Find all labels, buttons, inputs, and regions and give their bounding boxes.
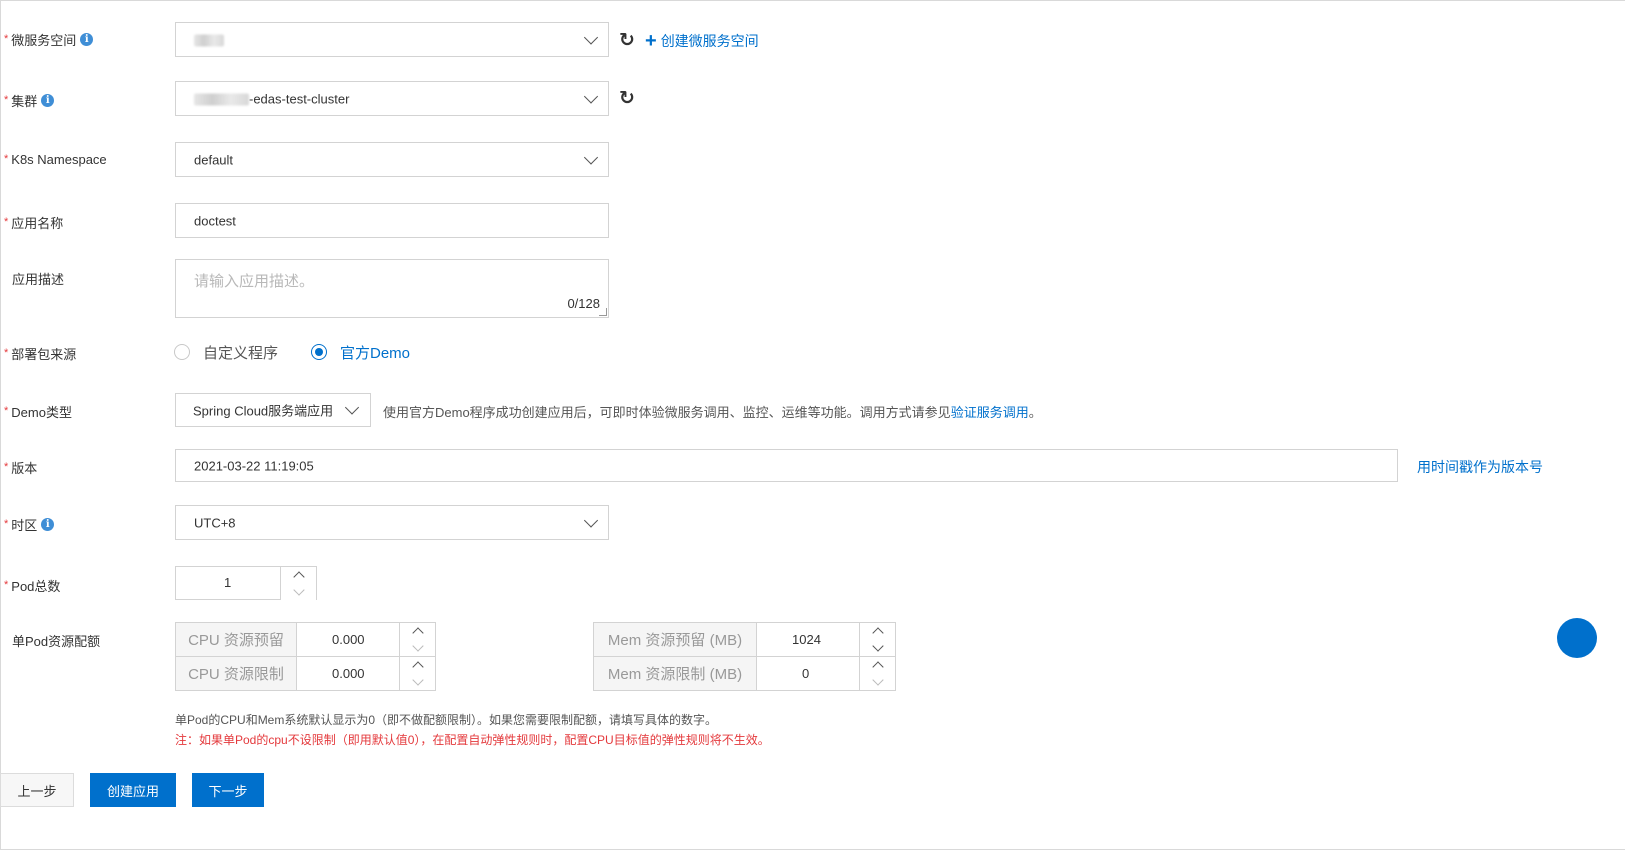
demo-type-hint: 使用官方Demo程序成功创建应用后，可即时体验微服务调用、监控、运维等功能。调用… [383, 405, 1042, 420]
chevron-up-icon [871, 627, 884, 639]
chevron-down-icon [871, 673, 884, 686]
plus-icon: + [645, 30, 657, 52]
k8s-namespace-label: * K8s Namespace [4, 152, 107, 167]
next-button[interactable]: 下一步 [192, 773, 264, 807]
chevron-down-icon [871, 639, 884, 652]
mem-reserve-input[interactable]: 1024 [756, 622, 896, 657]
decrement-button[interactable] [399, 639, 435, 656]
decrement-button[interactable] [280, 583, 316, 600]
create-namespace-link[interactable]: + 创建微服务空间 [645, 31, 759, 51]
chevron-up-icon [292, 571, 305, 583]
chevron-down-icon [344, 400, 360, 415]
prev-button[interactable]: 上一步 [0, 773, 74, 807]
chevron-down-icon [583, 512, 599, 528]
app-name-label: * 应用名称 [4, 215, 64, 232]
cluster-select[interactable]: -edas-test-cluster [175, 81, 609, 116]
namespace-label: * 微服务空间 i [4, 30, 94, 49]
redacted-value [194, 93, 249, 106]
version-input[interactable]: 2021-03-22 11:19:05 [175, 449, 1398, 482]
timezone-label: * 时区 i [4, 515, 55, 534]
char-counter: 0/128 [567, 296, 600, 311]
info-icon[interactable]: i [80, 33, 94, 46]
info-icon[interactable]: i [41, 518, 55, 531]
increment-button[interactable] [859, 657, 895, 674]
refresh-icon[interactable]: ↻ [618, 30, 636, 51]
increment-button[interactable] [399, 657, 435, 674]
demo-type-select[interactable]: Spring Cloud服务端应用 [175, 393, 371, 427]
package-source-label: * 部署包来源 [4, 346, 77, 363]
cpu-limit-label: CPU 资源限制 [175, 656, 297, 691]
app-desc-textarea[interactable]: 请输入应用描述。 0/128 [175, 259, 609, 318]
resize-handle-icon[interactable] [599, 308, 607, 316]
resource-note: 单Pod的CPU和Mem系统默认显示为0（即不做配额限制）。如果您需要限制配额，… [175, 713, 718, 727]
radio-custom-program-label[interactable]: 自定义程序 [203, 342, 278, 363]
mem-limit-input[interactable]: 0 [756, 656, 896, 691]
chevron-down-icon [583, 149, 599, 165]
decrement-button[interactable] [399, 673, 435, 690]
info-icon[interactable]: i [41, 94, 55, 107]
pod-count-label: * Pod总数 [4, 578, 61, 595]
version-label: * 版本 [4, 460, 38, 477]
chevron-down-icon [411, 639, 424, 652]
increment-button[interactable] [859, 623, 895, 640]
use-timestamp-link[interactable]: 用时间戳作为版本号 [1417, 457, 1543, 477]
radio-custom-program[interactable] [174, 344, 190, 360]
radio-official-demo[interactable] [311, 344, 327, 360]
increment-button[interactable] [399, 623, 435, 640]
timezone-select[interactable]: UTC+8 [175, 505, 609, 540]
resource-warning: 注：如果单Pod的cpu不设限制（即用默认值0），在配置自动弹性规则时，配置CP… [175, 733, 770, 747]
chevron-down-icon [583, 29, 599, 45]
refresh-icon[interactable]: ↻ [618, 88, 636, 109]
increment-button[interactable] [280, 567, 316, 584]
cpu-reserve-input[interactable]: 0.000 [296, 622, 436, 657]
chevron-up-icon [411, 661, 424, 673]
app-name-input[interactable]: doctest [175, 203, 609, 238]
cpu-limit-input[interactable]: 0.000 [296, 656, 436, 691]
verify-service-call-link[interactable]: 验证服务调用 [951, 405, 1029, 420]
radio-official-demo-label[interactable]: 官方Demo [340, 342, 410, 363]
demo-type-label: * Demo类型 [4, 404, 72, 421]
chevron-down-icon [583, 88, 599, 104]
redacted-value [194, 34, 224, 47]
decrement-button[interactable] [859, 639, 895, 656]
decrement-button[interactable] [859, 673, 895, 690]
chevron-down-icon [411, 673, 424, 686]
chevron-down-icon [292, 583, 305, 596]
create-app-button[interactable]: 创建应用 [90, 773, 176, 807]
mem-reserve-label: Mem 资源预留 (MB) [593, 622, 757, 657]
app-desc-label: 应用描述 [12, 272, 65, 287]
pod-count-stepper[interactable]: 1 [175, 566, 317, 600]
cpu-reserve-label: CPU 资源预留 [175, 622, 297, 657]
chevron-up-icon [411, 627, 424, 639]
chevron-up-icon [871, 661, 884, 673]
k8s-namespace-select[interactable]: default [175, 142, 609, 177]
cluster-label: * 集群 i [4, 91, 55, 110]
namespace-select[interactable] [175, 22, 609, 57]
mem-limit-label: Mem 资源限制 (MB) [593, 656, 757, 691]
pod-resources-label: 单Pod资源配额 [12, 634, 101, 649]
floating-help-button[interactable] [1557, 618, 1597, 658]
